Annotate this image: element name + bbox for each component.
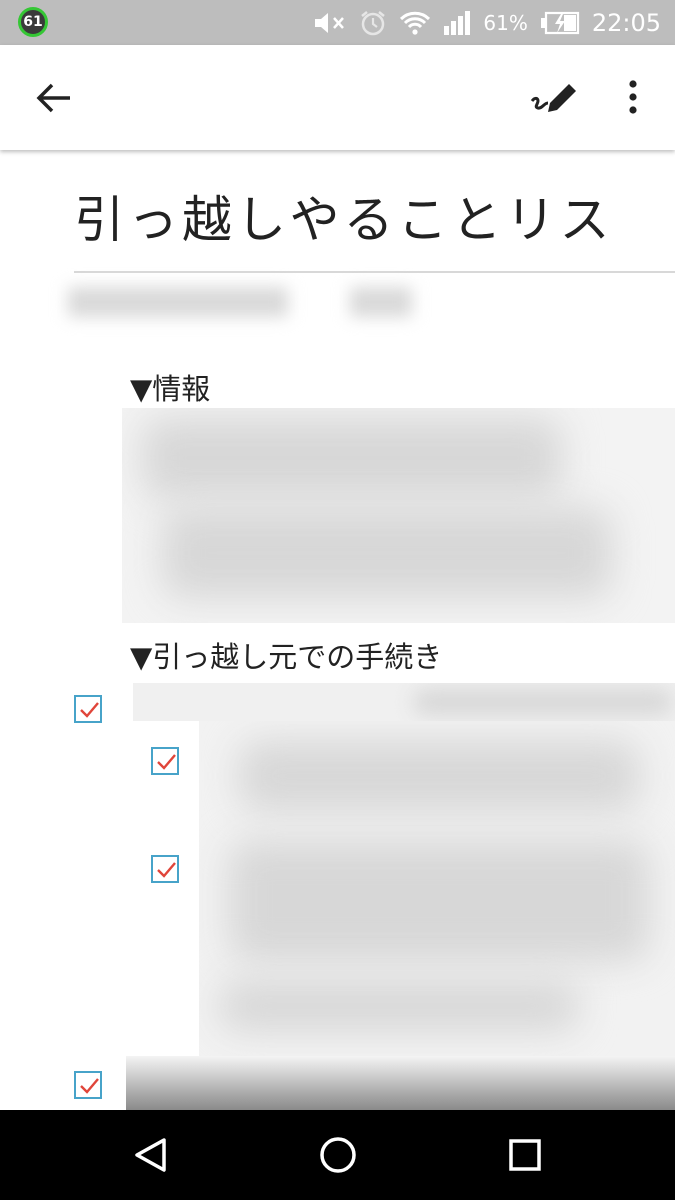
check-mark-icon [157, 754, 176, 770]
notification-badge: 61 [18, 7, 48, 37]
task-checkbox-2[interactable] [151, 747, 179, 775]
section-heading-moving-procedures: ▼引っ越し元での手続き [130, 640, 443, 674]
status-icons: 61% 22:05 [313, 0, 661, 45]
clock: 22:05 [591, 8, 661, 37]
redacted-task-1 [133, 683, 675, 721]
redacted-info-block [122, 408, 675, 623]
redacted-task-4 [126, 1056, 675, 1110]
battery-charging-icon [540, 11, 580, 35]
nav-recents-button[interactable] [502, 1132, 548, 1178]
check-mark-icon [157, 862, 176, 878]
arrow-back-icon [36, 83, 70, 113]
more-options-button[interactable] [620, 77, 646, 117]
mute-icon [313, 10, 347, 36]
task-checkbox-1[interactable] [74, 695, 102, 723]
signal-icon [443, 10, 471, 36]
pen-edit-icon [530, 84, 576, 112]
app-bar [0, 45, 675, 150]
check-mark-icon [80, 1078, 99, 1094]
alarm-icon [359, 9, 387, 37]
edit-button[interactable] [528, 77, 582, 117]
battery-percent: 61% [483, 10, 528, 35]
recents-square-icon [509, 1139, 541, 1171]
check-mark-icon [80, 702, 99, 718]
note-content: 引っ越しやることリス ▼情報 ▼引っ越し元での手続き [0, 150, 675, 1110]
redacted-meta-info [350, 287, 412, 317]
status-bar: 61 61% 22:05 [0, 0, 675, 45]
title-divider [74, 271, 675, 273]
redacted-subtasks [199, 721, 675, 1056]
nav-home-button[interactable] [315, 1132, 361, 1178]
task-checkbox-3[interactable] [151, 855, 179, 883]
note-title: 引っ越しやることリス [74, 191, 614, 249]
more-vert-icon [629, 80, 637, 114]
home-circle-icon [320, 1137, 356, 1173]
redacted-meta-date [68, 287, 288, 317]
system-nav-bar [0, 1110, 675, 1200]
back-triangle-icon [135, 1138, 166, 1172]
task-checkbox-4[interactable] [74, 1071, 102, 1099]
wifi-icon [399, 10, 431, 36]
back-button[interactable] [30, 80, 76, 116]
section-heading-info: ▼情報 [130, 372, 211, 406]
nav-back-button[interactable] [128, 1132, 174, 1178]
